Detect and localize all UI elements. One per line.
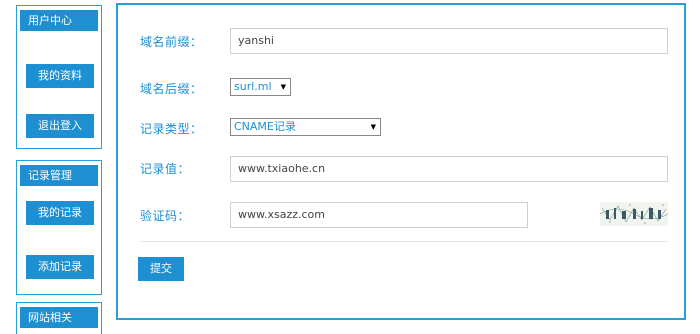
page: 用户中心 我的资料 退出登入 记录管理 我的记录 添加记录 网站相关 域名前缀：… xyxy=(0,0,700,334)
form-divider xyxy=(140,241,668,242)
submit-button[interactable]: 提交 xyxy=(138,257,184,281)
my-records-button[interactable]: 我的记录 xyxy=(26,201,94,225)
record-form: 域名前缀： yanshi 域名后缀： surl.ml ▼ 记录类型： CNAME… xyxy=(116,3,686,320)
record-management-title: 记录管理 xyxy=(20,165,98,186)
suffix-label: 域名后缀： xyxy=(140,82,203,96)
add-record-button[interactable]: 添加记录 xyxy=(26,255,94,279)
captcha-input[interactable]: www.xsazz.com xyxy=(230,202,528,228)
record-type-label: 记录类型： xyxy=(140,122,203,136)
dropdown-arrow-icon: ▼ xyxy=(370,123,376,131)
record-value-label: 记录值： xyxy=(140,162,191,176)
site-related-panel: 网站相关 xyxy=(16,302,102,334)
record-type-select-value: CNAME记录 xyxy=(234,120,296,133)
prefix-label: 域名前缀： xyxy=(140,35,203,49)
user-center-panel: 用户中心 我的资料 退出登入 xyxy=(16,5,102,149)
captcha-image[interactable] xyxy=(600,202,668,226)
suffix-select[interactable]: surl.ml ▼ xyxy=(230,78,291,96)
suffix-select-value: surl.ml xyxy=(234,80,272,93)
user-center-title: 用户中心 xyxy=(20,10,98,31)
captcha-noise xyxy=(606,208,661,219)
record-management-panel: 记录管理 我的记录 添加记录 xyxy=(16,160,102,295)
record-type-select[interactable]: CNAME记录 ▼ xyxy=(230,118,381,136)
captcha-label: 验证码： xyxy=(140,209,191,223)
record-value-input[interactable]: www.txiaohe.cn xyxy=(230,156,668,182)
my-profile-button[interactable]: 我的资料 xyxy=(26,64,94,88)
logout-button[interactable]: 退出登入 xyxy=(26,114,94,138)
site-related-title: 网站相关 xyxy=(20,307,98,328)
prefix-input[interactable]: yanshi xyxy=(230,28,668,54)
dropdown-arrow-icon: ▼ xyxy=(280,83,286,91)
